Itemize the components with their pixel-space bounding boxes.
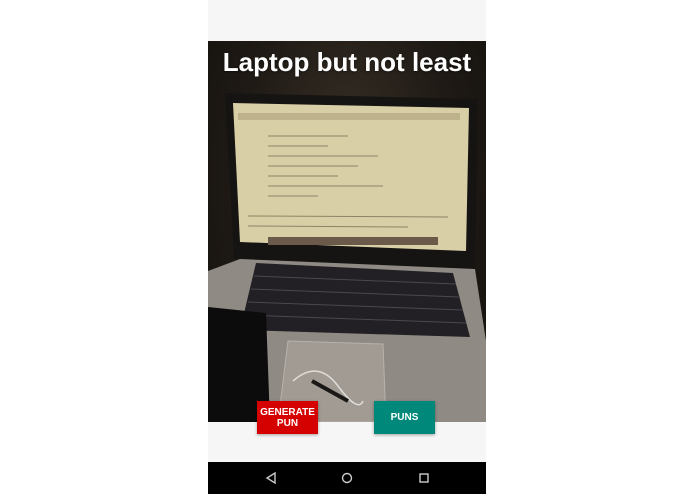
photo-caption: Laptop but not least: [222, 47, 472, 77]
laptop-photo: Laptop but not least: [208, 41, 486, 422]
recents-square-icon[interactable]: [416, 470, 432, 486]
generate-pun-button[interactable]: GENERATE PUN: [257, 401, 318, 434]
laptop-illustration: [208, 93, 486, 422]
puns-button[interactable]: PUNS: [374, 401, 435, 434]
android-nav-bar: [208, 462, 486, 494]
back-triangle-icon[interactable]: [263, 470, 279, 486]
app-screen: Laptop but not least GENERATE PUN PUNS: [208, 0, 486, 494]
home-circle-icon[interactable]: [339, 470, 355, 486]
